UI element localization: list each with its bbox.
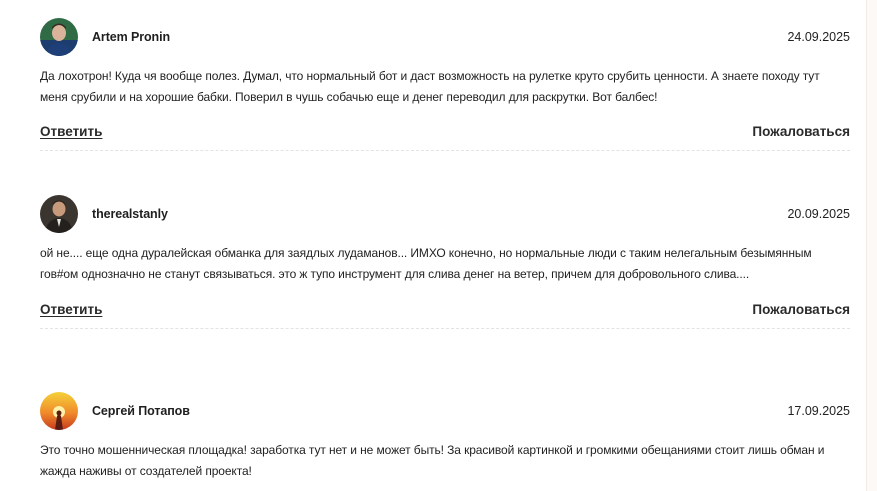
comment-date: 24.09.2025 [787,30,850,44]
comments-panel: Artem Pronin 24.09.2025 Да лохотрон! Куд… [0,0,867,491]
comment-header: therealstanly 20.09.2025 [40,195,850,235]
comment-item: Artem Pronin 24.09.2025 Да лохотрон! Куд… [40,18,850,151]
comment-divider [40,150,850,151]
comment-text: ой не.... еще одна дуралейская обманка д… [40,246,812,281]
reply-link[interactable]: Ответить [40,302,102,317]
comment-author: therealstanly [92,207,168,221]
avatar-sunset-photo-icon [40,392,78,430]
comment-author: Artem Pronin [92,30,170,44]
comment-author: Сергей Потапов [92,404,190,418]
avatar-man-photo-icon [40,18,78,56]
comment-header: Artem Pronin 24.09.2025 [40,18,850,58]
comment-item: therealstanly 20.09.2025 ой не.... еще о… [40,195,850,329]
reply-link[interactable]: Ответить [40,124,102,139]
report-link[interactable]: Пожаловаться [752,124,850,139]
comment-actions: Ответить Пожаловаться [40,124,850,144]
comment-date: 17.09.2025 [787,404,850,418]
comment-text: Да лохотрон! Куда чя вообще полез. Думал… [40,69,820,104]
comment-date: 20.09.2025 [787,207,850,221]
comment-header: Сергей Потапов 17.09.2025 [40,392,850,432]
comment-text: Это точно мошенническая площадка! зарабо… [40,443,825,478]
avatar [40,195,78,233]
report-link[interactable]: Пожаловаться [752,302,850,317]
avatar-man-suit-photo-icon [40,195,78,233]
avatar [40,18,78,56]
comment-actions: Ответить Пожаловаться [40,302,850,322]
comment-item: Сергей Потапов 17.09.2025 Это точно моше… [40,392,850,482]
comment-divider [40,328,850,329]
avatar [40,392,78,430]
